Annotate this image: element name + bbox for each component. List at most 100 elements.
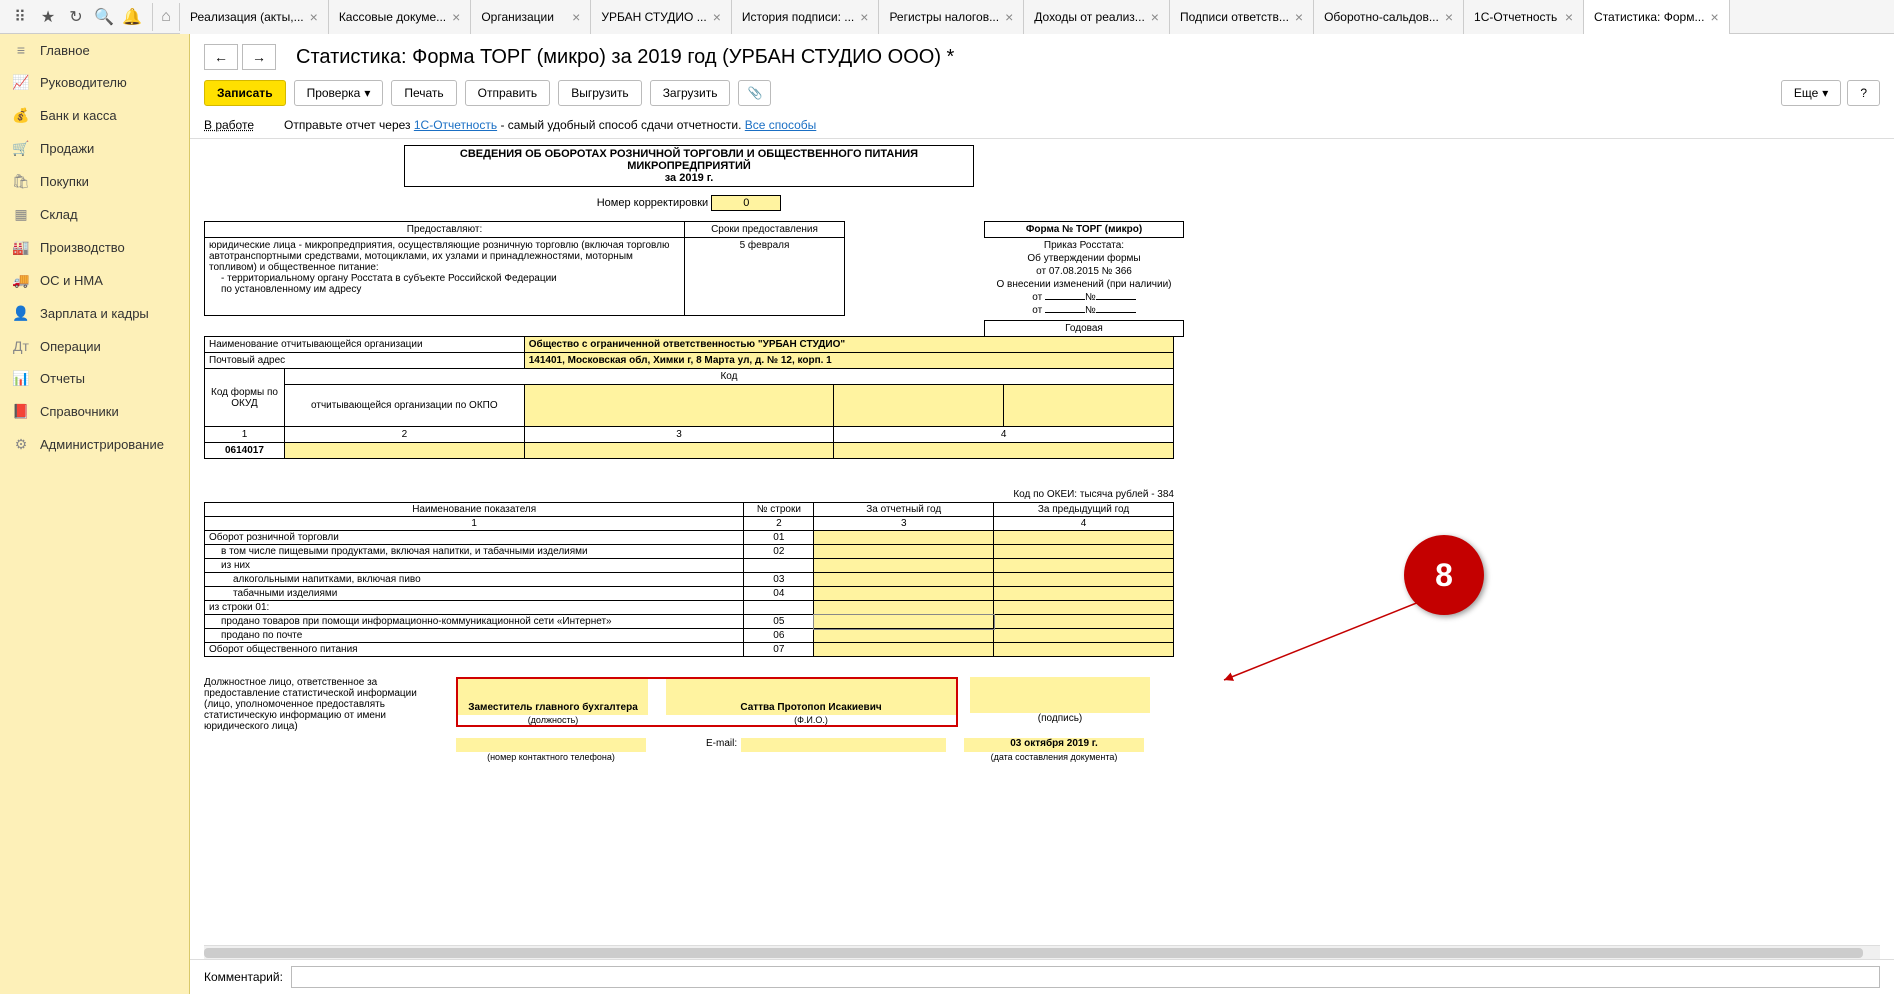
- tab-label: Кассовые докуме...: [339, 10, 446, 24]
- report-year-cell[interactable]: [814, 559, 994, 573]
- sidebar-icon: 📕: [12, 403, 30, 420]
- sidebar-item[interactable]: 👤Зарплата и кадры: [0, 297, 189, 330]
- phone-field[interactable]: [456, 738, 646, 752]
- prev-year-cell[interactable]: [994, 545, 1174, 559]
- close-icon[interactable]: ×: [572, 9, 580, 25]
- signature-area: Должностное лицо, ответственное за предо…: [204, 677, 1174, 732]
- attach-button[interactable]: 📎: [738, 80, 771, 106]
- tab[interactable]: Оборотно-сальдов...×: [1314, 0, 1464, 34]
- tab[interactable]: Реализация (акты,...×: [180, 0, 329, 34]
- favorite-icon[interactable]: ★: [34, 3, 62, 31]
- report-year-cell[interactable]: [814, 573, 994, 587]
- horizontal-scrollbar[interactable]: [204, 945, 1880, 959]
- send-button[interactable]: Отправить: [465, 80, 551, 106]
- help-button[interactable]: ?: [1847, 80, 1880, 106]
- sidebar-item[interactable]: 💰 Банк и касса: [0, 99, 189, 132]
- prev-year-cell[interactable]: [994, 629, 1174, 643]
- sidebar-item[interactable]: 🛒Продажи: [0, 132, 189, 165]
- sidebar-icon: ▦: [12, 206, 30, 223]
- sidebar-item[interactable]: 🛍Покупки: [0, 165, 189, 198]
- check-button[interactable]: Проверка ▾: [294, 80, 384, 106]
- sidebar-label: Банк и касса: [40, 108, 117, 123]
- tab[interactable]: 1С-Отчетность×: [1464, 0, 1584, 34]
- close-icon[interactable]: ×: [1710, 9, 1718, 25]
- report-year-cell[interactable]: [814, 531, 994, 545]
- prev-year-cell[interactable]: [994, 615, 1174, 629]
- apps-icon[interactable]: ⠿: [6, 3, 34, 31]
- report-year-cell[interactable]: [814, 587, 994, 601]
- more-button[interactable]: Еще ▾: [1781, 80, 1841, 106]
- sidebar-item[interactable]: ▦Склад: [0, 198, 189, 231]
- code4-input[interactable]: [1004, 385, 1174, 427]
- sidebar-icon: 👤: [12, 305, 30, 322]
- close-icon[interactable]: ×: [1295, 9, 1303, 25]
- report-year-cell[interactable]: [814, 601, 994, 615]
- close-icon[interactable]: ×: [860, 9, 868, 25]
- sidebar-item[interactable]: 🚚ОС и НМА: [0, 264, 189, 297]
- close-icon[interactable]: ×: [310, 9, 318, 25]
- sidebar-item[interactable]: 📕Справочники: [0, 395, 189, 428]
- export-button[interactable]: Выгрузить: [558, 80, 642, 106]
- form-scroll-area[interactable]: СВЕДЕНИЯ ОБ ОБОРОТАХ РОЗНИЧНОЙ ТОРГОВЛИ …: [190, 139, 1894, 945]
- position-field[interactable]: Заместитель главного бухгалтера: [458, 679, 648, 715]
- tab[interactable]: Регистры налогов...×: [879, 0, 1024, 34]
- sidebar-item[interactable]: ≡Главное: [0, 34, 189, 66]
- tab[interactable]: Доходы от реализ...×: [1024, 0, 1170, 34]
- write-button[interactable]: Записать: [204, 80, 286, 106]
- org-table: Наименование отчитывающейся организации …: [204, 336, 1174, 459]
- report-year-cell[interactable]: [814, 643, 994, 657]
- tab[interactable]: Статистика: Форм...×: [1584, 0, 1730, 34]
- tab[interactable]: Кассовые докуме... ×: [329, 0, 472, 34]
- sidebar-icon: 🚚: [12, 272, 30, 289]
- close-icon[interactable]: ×: [1565, 9, 1573, 25]
- action-toolbar: Записать Проверка ▾ Печать Отправить Выг…: [190, 74, 1894, 112]
- table-row: Оборот розничной торговли01: [205, 531, 1174, 545]
- okpo-input[interactable]: [524, 385, 834, 427]
- sidebar-icon: 💰: [12, 107, 30, 124]
- prev-year-cell[interactable]: [994, 643, 1174, 657]
- report-year-cell[interactable]: [814, 629, 994, 643]
- prev-year-cell[interactable]: [994, 531, 1174, 545]
- tab[interactable]: УРБАН СТУДИО ...×: [591, 0, 732, 34]
- prev-year-cell[interactable]: [994, 587, 1174, 601]
- import-button[interactable]: Загрузить: [650, 80, 731, 106]
- prev-year-cell[interactable]: [994, 559, 1174, 573]
- close-icon[interactable]: ×: [713, 9, 721, 25]
- nav-back-button[interactable]: ←: [204, 44, 238, 70]
- link-all-methods[interactable]: Все способы: [745, 118, 817, 132]
- tab[interactable]: Подписи ответств... ×: [1170, 0, 1314, 34]
- okud-row-input[interactable]: [284, 443, 524, 459]
- report-year-cell[interactable]: [814, 545, 994, 559]
- sidebar-icon: 🛒: [12, 140, 30, 157]
- close-icon[interactable]: ×: [1151, 9, 1159, 25]
- history-icon[interactable]: ↻: [62, 3, 90, 31]
- tab[interactable]: История подписи: ...×: [732, 0, 880, 34]
- status-label[interactable]: В работе: [204, 118, 254, 132]
- print-button[interactable]: Печать: [391, 80, 456, 106]
- tab-label: Подписи ответств...: [1180, 10, 1289, 24]
- date-field[interactable]: 03 октября 2019 г.: [964, 738, 1144, 752]
- sidebar-item[interactable]: 📈Руководителю: [0, 66, 189, 99]
- code3-input[interactable]: [834, 385, 1004, 427]
- link-1s-report[interactable]: 1С-Отчетность: [414, 118, 497, 132]
- close-icon[interactable]: ×: [452, 9, 460, 25]
- tab[interactable]: Организации×: [471, 0, 591, 34]
- home-icon[interactable]: ⌂: [152, 3, 180, 31]
- prev-year-cell[interactable]: [994, 573, 1174, 587]
- sidebar-item[interactable]: ⚙Администрирование: [0, 428, 189, 461]
- report-year-cell[interactable]: [814, 615, 994, 629]
- sidebar-item[interactable]: 🏭Производство: [0, 231, 189, 264]
- search-icon[interactable]: 🔍: [90, 3, 118, 31]
- signature-field[interactable]: [970, 677, 1150, 713]
- sidebar-item[interactable]: ДтОперации: [0, 330, 189, 362]
- nav-forward-button[interactable]: →: [242, 44, 276, 70]
- bell-icon[interactable]: 🔔: [118, 3, 146, 31]
- fullname-field[interactable]: Саттва Протопоп Исакиевич: [666, 679, 956, 715]
- comment-input[interactable]: [291, 966, 1880, 988]
- email-field[interactable]: [741, 738, 946, 752]
- close-icon[interactable]: ×: [1005, 9, 1013, 25]
- prev-year-cell[interactable]: [994, 601, 1174, 615]
- correction-input[interactable]: 0: [711, 195, 781, 211]
- sidebar-item[interactable]: 📊Отчеты: [0, 362, 189, 395]
- close-icon[interactable]: ×: [1445, 9, 1453, 25]
